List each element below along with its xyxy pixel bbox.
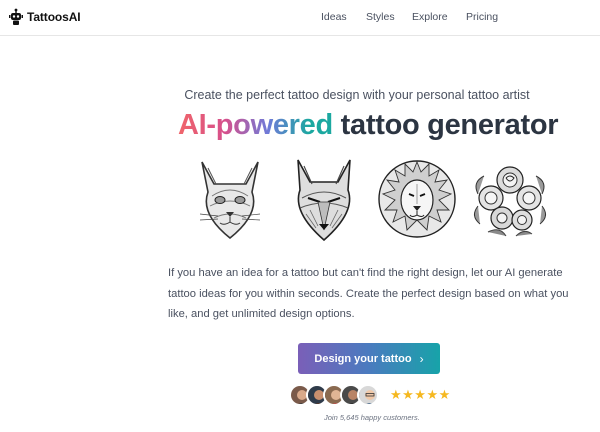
nav-ideas[interactable]: Ideas <box>321 11 347 23</box>
wolf-tattoo-image[interactable] <box>284 154 364 244</box>
top-bar: TattoosAI Ideas Styles Explore Pricing <box>0 0 600 36</box>
design-your-tattoo-button[interactable]: Design your tattoo › <box>298 343 440 374</box>
headline-rest: tattoo generator <box>340 109 559 141</box>
cat-tattoo-image[interactable] <box>190 154 270 244</box>
main-nav: Ideas Styles Explore Pricing <box>0 11 600 25</box>
five-star-rating: ★★★★★ <box>390 387 451 402</box>
social-proof-text: Join 5,645 happy customers. <box>324 413 420 422</box>
chevron-right-icon: › <box>419 351 424 366</box>
tattoo-gallery <box>0 154 600 244</box>
nav-styles[interactable]: Styles <box>366 11 395 23</box>
avatar <box>357 384 379 406</box>
roses-tattoo-image[interactable] <box>470 154 550 244</box>
hero-tagline: Create the perfect tattoo design with yo… <box>184 88 530 102</box>
nav-pricing[interactable]: Pricing <box>466 11 498 23</box>
hero-headline: AI-powered tattoo generator <box>178 109 559 142</box>
hero-description: If you have an idea for a tattoo but can… <box>168 267 569 320</box>
cta-label: Design your tattoo <box>314 352 412 365</box>
nav-explore[interactable]: Explore <box>412 11 448 23</box>
headline-highlight: AI-powered <box>178 109 333 141</box>
lion-tattoo-image[interactable] <box>377 154 457 244</box>
